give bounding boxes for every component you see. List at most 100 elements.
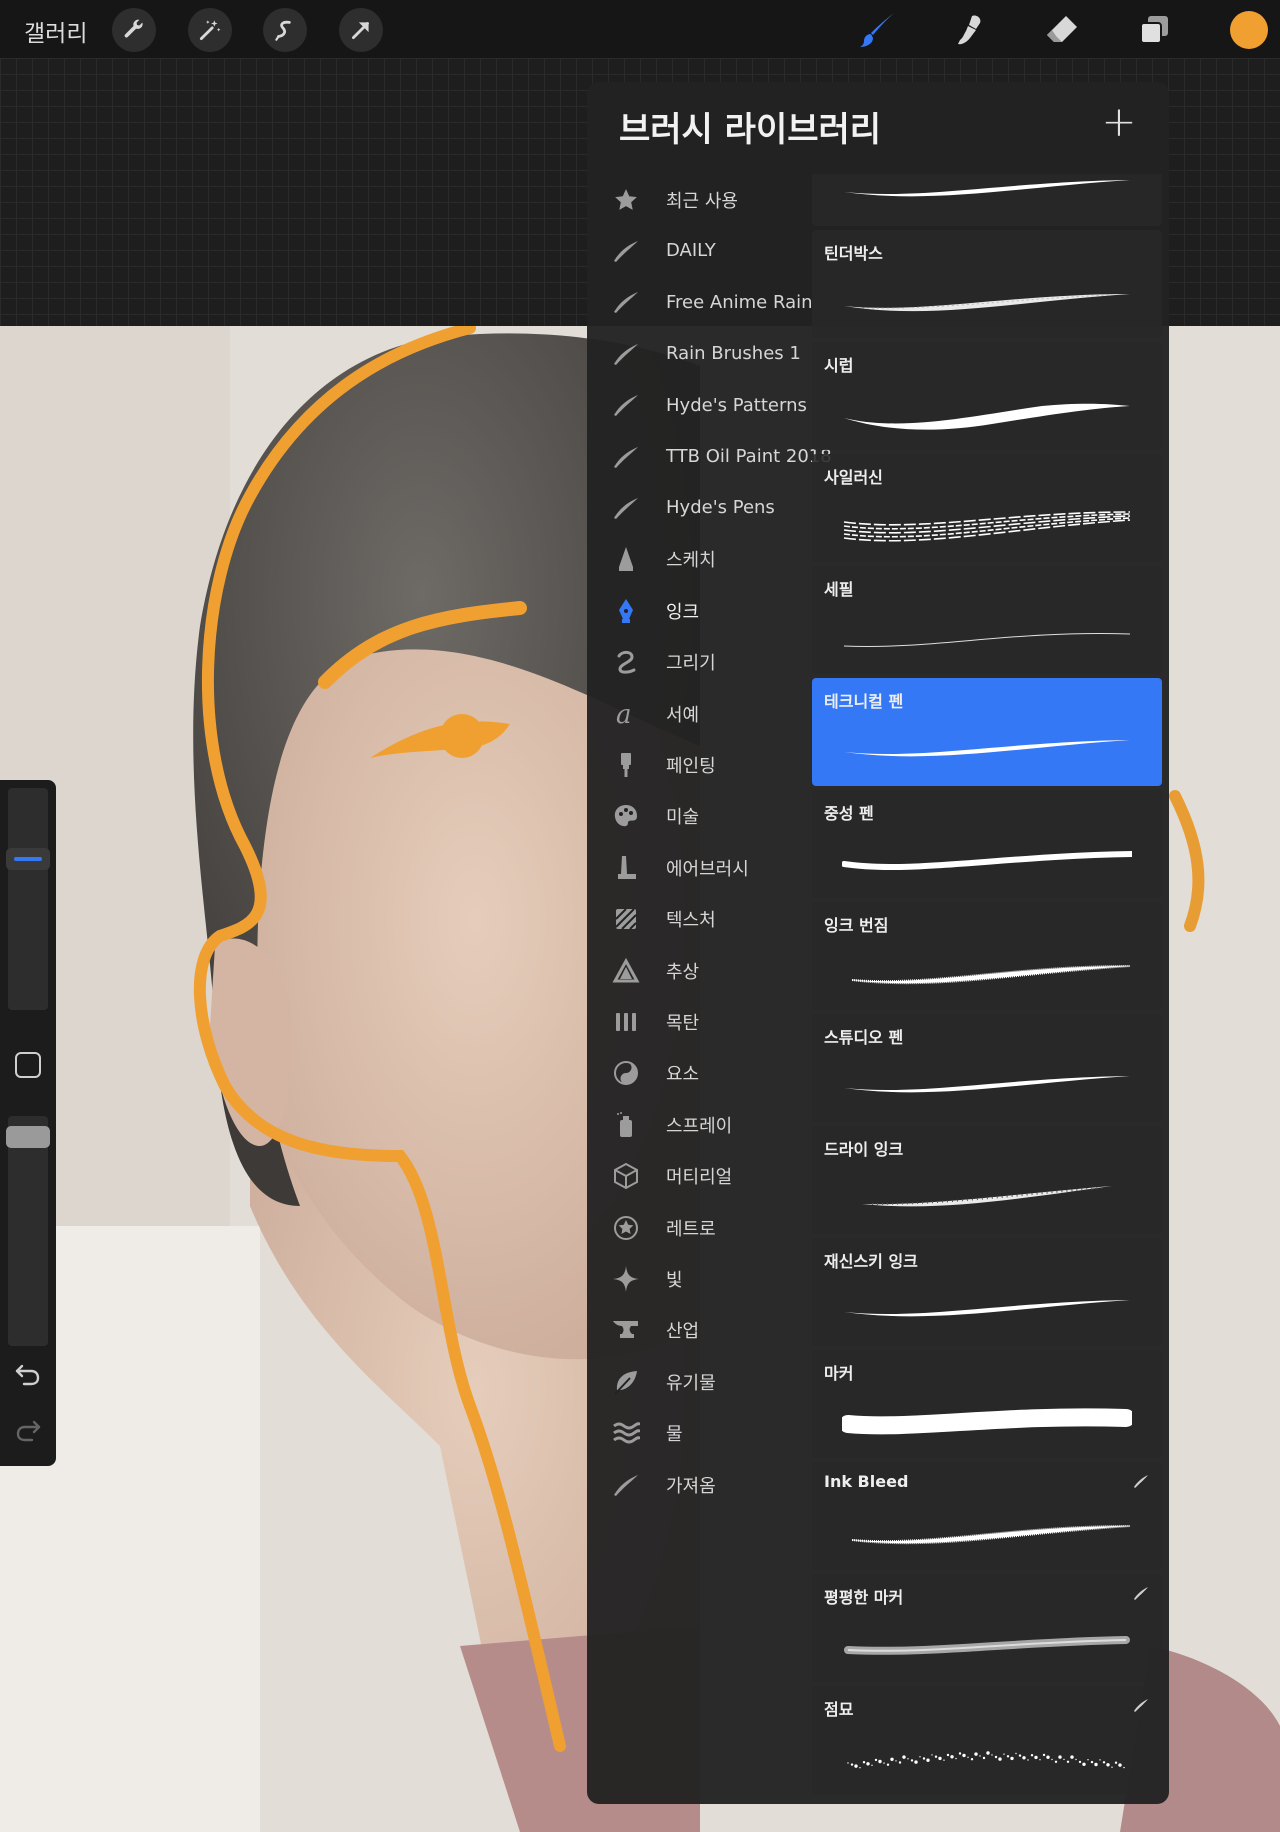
brush-size-slider[interactable] <box>8 788 48 1010</box>
brush-set-item[interactable]: 페인팅 <box>587 739 812 790</box>
brush-icon[interactable] <box>856 8 900 52</box>
calligraphy-icon: a <box>611 699 641 729</box>
brush-set-item[interactable]: TTB Oil Paint 2018 <box>587 431 832 482</box>
brush-set-item[interactable]: 빛 <box>587 1253 812 1304</box>
brush-item[interactable]: 테크니컬 펜 <box>812 678 1162 786</box>
brush-set-item[interactable]: 최근 사용 <box>587 174 812 225</box>
opacity-slider[interactable] <box>8 1116 48 1346</box>
brush-name: 틴더박스 <box>824 244 883 263</box>
brush-item[interactable]: 세필 <box>812 566 1162 674</box>
brush-stroke-preview <box>842 174 1132 212</box>
layers-icon[interactable] <box>1132 8 1176 52</box>
brush-item[interactable]: 사일러신 <box>812 454 1162 562</box>
brush-set-label: 스프레이 <box>666 1115 733 1137</box>
brush-item[interactable]: Ink Bleed <box>812 1462 1162 1570</box>
undo-icon[interactable] <box>14 1360 42 1388</box>
brush-set-label: TTB Oil Paint 2018 <box>666 446 832 467</box>
brush-set-item[interactable]: 산업 <box>587 1305 812 1356</box>
wrench-icon[interactable] <box>112 8 156 52</box>
square-icon[interactable] <box>15 1052 41 1078</box>
brush-item[interactable]: 중성 펜 <box>812 790 1162 898</box>
charcoal-icon <box>611 1007 641 1037</box>
brush-set-item[interactable]: 목탄 <box>587 996 812 1047</box>
brush-item[interactable]: 드라이 잉크 <box>812 1126 1162 1234</box>
brush-set-item[interactable]: 에어브러시 <box>587 842 812 893</box>
brush-item[interactable]: 마커 <box>812 1350 1162 1458</box>
color-picker-button[interactable] <box>1230 11 1268 49</box>
brush-set-item[interactable]: 텍스처 <box>587 894 812 945</box>
brush-name: 마커 <box>824 1364 854 1383</box>
brush-set-item[interactable]: DAILY <box>587 225 812 276</box>
panel-title: 브러시 라이브러리 <box>619 110 882 150</box>
triangle-icon <box>611 956 641 986</box>
brush-item[interactable]: 평평한 마커 <box>812 1574 1162 1682</box>
brush-set-item[interactable]: 레트로 <box>587 1202 812 1253</box>
imported-brush-icon <box>1132 1472 1150 1490</box>
brush-set-label: Rain Brushes 1 <box>666 343 801 365</box>
brush-set-item[interactable]: 요소 <box>587 1048 812 1099</box>
brush-set-item[interactable]: 추상 <box>587 945 812 996</box>
brush-stroke-preview <box>839 1384 1135 1444</box>
brush-item[interactable]: 재신스키 잉크 <box>812 1238 1162 1346</box>
brush-stroke-preview <box>842 1720 1132 1780</box>
brush-set-label: 가져옴 <box>666 1475 716 1497</box>
brush-set-item[interactable]: 가져옴 <box>587 1459 812 1510</box>
brush-stroke-preview <box>842 600 1132 660</box>
transform-arrow-icon[interactable] <box>339 8 383 52</box>
imported-brush-icon <box>1132 1584 1150 1602</box>
plus-icon[interactable]: + <box>1099 101 1139 144</box>
brush-item[interactable]: 스튜디오 펜 <box>812 1014 1162 1122</box>
brush-set-item[interactable]: 미술 <box>587 791 812 842</box>
cube-icon <box>611 1161 641 1191</box>
brush-set-item[interactable]: 스프레이 <box>587 1099 812 1150</box>
brush-set-item[interactable]: Rain Brushes 1 <box>587 328 812 379</box>
brush-set-label: 물 <box>666 1424 683 1446</box>
brush-set-item[interactable]: 머티리얼 <box>587 1151 812 1202</box>
brush-item[interactable]: 시럽 <box>812 342 1162 450</box>
magic-wand-icon[interactable] <box>188 8 232 52</box>
brush-stroke-preview <box>842 1048 1132 1108</box>
brush-item[interactable] <box>812 174 1162 226</box>
svg-text:a: a <box>616 700 632 728</box>
brush-set-label: 텍스처 <box>666 910 716 932</box>
brush-size-slider-thumb[interactable] <box>6 848 50 870</box>
brush-item[interactable]: 점묘 <box>812 1686 1162 1794</box>
brush-set-item[interactable]: 그리기 <box>587 637 812 688</box>
brush-set-label: 추상 <box>666 961 700 983</box>
brush-set-item[interactable]: Hyde's Patterns <box>587 380 812 431</box>
stroke-icon <box>611 287 641 317</box>
airbrush-icon <box>611 853 641 883</box>
brush-name: Ink Bleed <box>824 1472 909 1491</box>
brush-set-item[interactable]: 스케치 <box>587 534 812 585</box>
brush-set-item[interactable]: 유기물 <box>587 1356 812 1407</box>
brush-set-label: 스케치 <box>666 550 716 572</box>
gallery-button[interactable]: 갤러리 <box>24 14 87 48</box>
brush-set-item[interactable]: 잉크 <box>587 585 812 636</box>
brush-set-item[interactable]: Free Anime Rain <box>587 277 813 328</box>
brush-set-label: 그리기 <box>666 653 716 675</box>
top-toolbar: 갤러리 <box>0 0 1280 58</box>
smudge-icon[interactable] <box>948 8 992 52</box>
brush-item[interactable]: 잉크 번짐 <box>812 902 1162 1010</box>
pen-nib-icon <box>611 596 641 626</box>
anvil-icon <box>611 1315 641 1345</box>
brush-set-label: 레트로 <box>666 1218 716 1240</box>
brush-set-item[interactable]: a 서예 <box>587 688 812 739</box>
brush-set-label: Free Anime Rain <box>666 291 813 313</box>
brush-name: 드라이 잉크 <box>824 1140 904 1159</box>
brush-item[interactable]: 틴더박스 <box>812 230 1162 338</box>
brush-stroke-preview <box>842 1272 1132 1332</box>
redo-icon[interactable] <box>14 1416 42 1444</box>
imported-brush-icon <box>1132 1696 1150 1714</box>
stroke-icon <box>611 339 641 369</box>
opacity-slider-thumb[interactable] <box>6 1126 50 1149</box>
brush-set-item[interactable]: 물 <box>587 1408 812 1459</box>
brush-set-item[interactable]: Hyde's Pens <box>587 482 812 533</box>
brush-set-label: Hyde's Pens <box>666 497 775 519</box>
brush-set-label: 미술 <box>666 807 700 829</box>
selection-icon[interactable] <box>263 8 307 52</box>
squiggle-icon <box>611 647 641 677</box>
brush-stroke-preview <box>842 376 1132 436</box>
brush-set-label: 요소 <box>666 1064 700 1086</box>
eraser-icon[interactable] <box>1040 8 1084 52</box>
